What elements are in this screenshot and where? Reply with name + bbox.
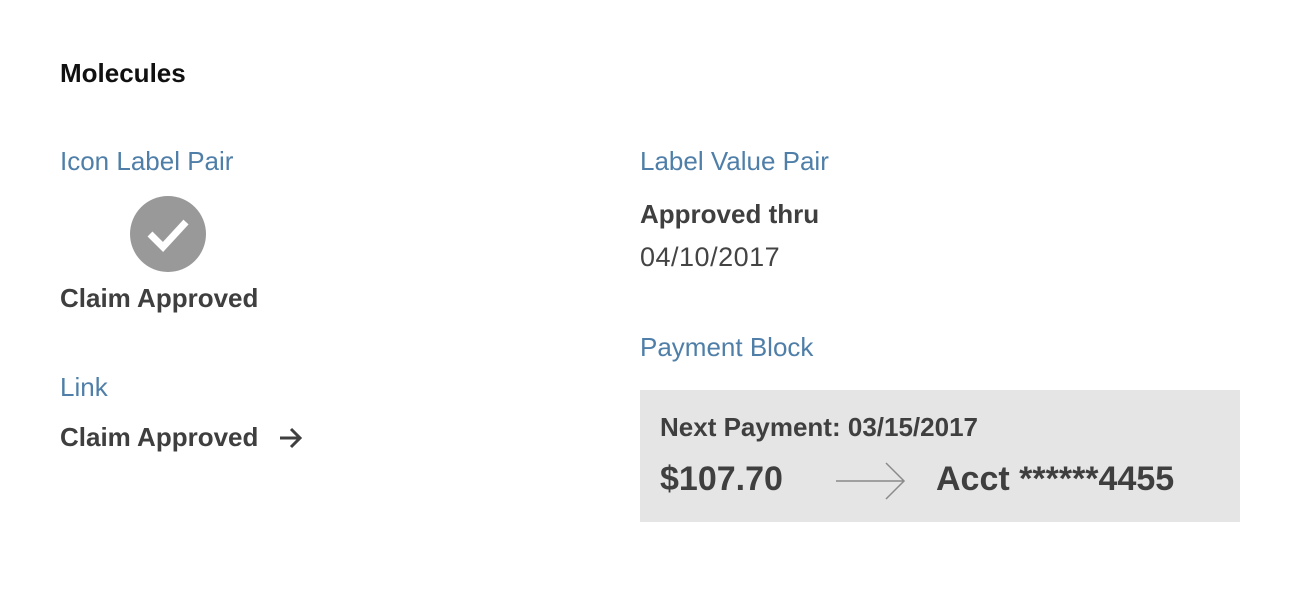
arrow-right-icon: [280, 427, 303, 448]
claim-approved-link[interactable]: Claim Approved: [60, 422, 304, 453]
label-value-pair-heading: Label Value Pair: [640, 146, 829, 176]
icon-label-pair-label: Claim Approved: [60, 283, 259, 313]
long-arrow-right-icon: [836, 462, 906, 500]
payment-block: Next Payment: 03/15/2017 $107.70 Acct **…: [640, 390, 1240, 522]
check-icon: [130, 196, 206, 272]
page-title: Molecules: [60, 58, 186, 88]
next-payment-row: Next Payment: 03/15/2017: [660, 412, 978, 443]
icon-label-pair-heading: Icon Label Pair: [60, 146, 234, 176]
next-payment-date: 03/15/2017: [847, 412, 978, 442]
payment-block-heading: Payment Block: [640, 332, 814, 362]
next-payment-label: Next Payment:: [660, 412, 841, 442]
approved-thru-value: 04/10/2017: [640, 242, 781, 272]
approved-thru-label: Approved thru: [640, 199, 820, 229]
payment-amount: $107.70: [660, 460, 783, 498]
link-heading: Link: [60, 372, 108, 402]
payment-account: Acct ******4455: [936, 460, 1175, 498]
link-label: Claim Approved: [60, 422, 259, 452]
